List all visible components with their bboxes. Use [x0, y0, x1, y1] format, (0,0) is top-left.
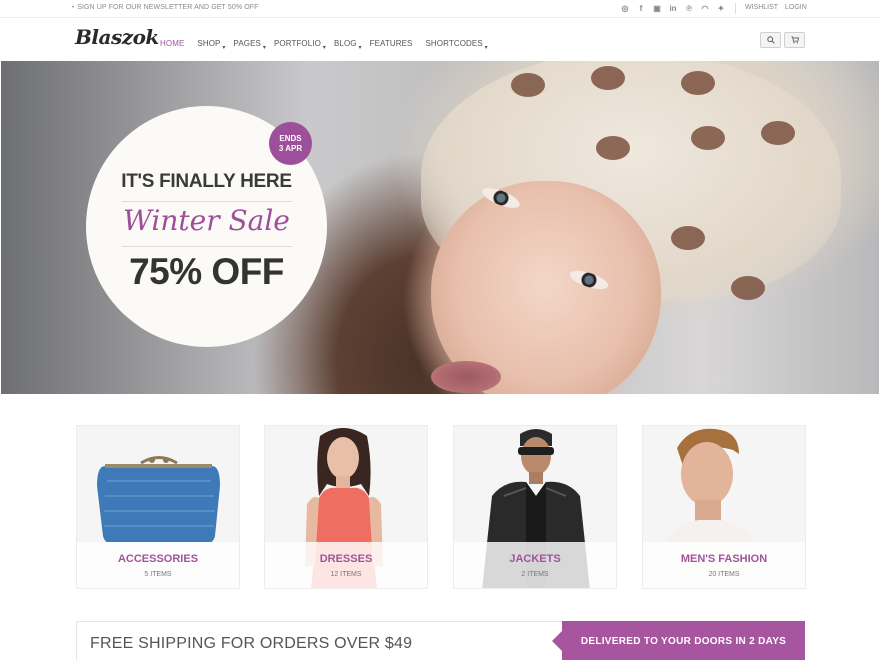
- category-card-dresses[interactable]: DRESSES 12 ITEMS: [264, 425, 428, 589]
- hat-pattern: [681, 71, 715, 95]
- hat-pattern: [511, 73, 545, 97]
- caret-icon: ▾: [484, 45, 488, 51]
- logo[interactable]: Blaszok: [75, 25, 159, 49]
- category-image: [643, 426, 805, 588]
- hat-pattern: [596, 136, 630, 160]
- card-label-area: [643, 542, 805, 588]
- nav-label: FEATURES: [369, 39, 413, 48]
- hat-pattern: [591, 66, 625, 90]
- newsletter-link[interactable]: • SIGN UP FOR OUR NEWSLETTER AND GET 50% …: [72, 4, 259, 11]
- nav-item-pages[interactable]: PAGES ▾: [233, 39, 265, 51]
- dribbble-icon[interactable]: ◎: [617, 3, 633, 14]
- category-title[interactable]: ACCESSORIES: [77, 553, 239, 565]
- category-title[interactable]: MEN'S FASHION: [643, 553, 805, 565]
- category-count: 5 ITEMS: [144, 571, 172, 578]
- sale-offer: 75% OFF: [129, 251, 284, 292]
- search-icon: [766, 36, 775, 44]
- nav-label: SHOP: [197, 39, 221, 48]
- sale-title: Winter Sale: [123, 204, 290, 237]
- social-icons: ◎ f ▣ in ℗ ◠ ✦: [617, 3, 729, 14]
- nav-item-shortcodes[interactable]: SHORTCODES ▾: [425, 39, 487, 51]
- delivery-tag: DELIVERED TO YOUR DOORS IN 2 DAYS: [552, 621, 805, 660]
- nav-item-features[interactable]: FEATURES: [370, 39, 413, 48]
- main-nav: HOME SHOP ▾ PAGES ▾ PORTFOLIO ▾ BLOG ▾ FEATU…: [160, 39, 496, 51]
- category-count: 20 ITEMS: [708, 571, 740, 578]
- caret-icon: ▾: [262, 45, 266, 51]
- rss-icon[interactable]: ◠: [697, 3, 713, 14]
- search-button[interactable]: [760, 32, 781, 48]
- cart-button[interactable]: [784, 32, 805, 48]
- divider: [122, 201, 292, 202]
- nav-item-home[interactable]: HOME: [160, 39, 184, 48]
- card-label-area: [77, 542, 239, 588]
- hat-pattern: [691, 126, 725, 150]
- card-label-area: [265, 542, 427, 588]
- badge-line: ENDS: [279, 133, 302, 143]
- caret-icon: ▾: [358, 45, 362, 51]
- wishlist-link[interactable]: WISHLIST: [745, 4, 778, 11]
- nav-label: BLOG: [333, 39, 357, 48]
- nav-item-blog[interactable]: BLOG ▾: [333, 39, 362, 51]
- card-label-area: [454, 542, 616, 588]
- instagram-icon[interactable]: ▣: [649, 3, 665, 14]
- category-count: 2 ITEMS: [521, 571, 549, 578]
- nav-label: HOME: [160, 39, 185, 48]
- category-title[interactable]: JACKETS: [454, 553, 616, 565]
- bullet-icon: •: [72, 5, 75, 11]
- category-count: 12 ITEMS: [330, 571, 362, 578]
- hat-pattern: [761, 121, 795, 145]
- nav-item-shop[interactable]: SHOP ▾: [197, 39, 225, 51]
- shipping-message: FREE SHIPPING FOR ORDERS OVER $49: [90, 635, 413, 652]
- twitter-icon[interactable]: ✦: [713, 3, 729, 14]
- category-title[interactable]: DRESSES: [265, 553, 427, 565]
- caret-icon: ▾: [322, 45, 326, 51]
- shipping-banner: FREE SHIPPING FOR ORDERS OVER $49 DELIVE…: [76, 621, 805, 660]
- category-image: [77, 426, 239, 544]
- caret-icon: ▾: [222, 45, 226, 51]
- category-card-mens-fashion[interactable]: MEN'S FASHION 20 ITEMS: [642, 425, 806, 589]
- top-bar: • SIGN UP FOR OUR NEWSLETTER AND GET 50% …: [0, 0, 880, 18]
- nav-label: PORTFOLIO: [273, 39, 321, 48]
- facebook-icon[interactable]: f: [633, 3, 649, 14]
- category-card-accessories[interactable]: ACCESSORIES 5 ITEMS: [76, 425, 240, 589]
- divider: [122, 246, 292, 247]
- hero-image-lips: [431, 361, 501, 393]
- hero-banner[interactable]: IT'S FINALLY HERE Winter Sale 75% OFF EN…: [1, 61, 879, 394]
- nav-label: SHORTCODES: [425, 39, 483, 48]
- hat-pattern: [731, 276, 765, 300]
- newsletter-text: SIGN UP FOR OUR NEWSLETTER AND GET 50% O…: [77, 4, 259, 11]
- cart-icon: [790, 36, 799, 44]
- badge-date: 3 APR: [278, 143, 303, 153]
- ends-badge: ENDS 3 APR: [269, 122, 312, 165]
- category-card-jackets[interactable]: JACKETS 2 ITEMS: [453, 425, 617, 589]
- pinterest-icon[interactable]: ℗: [681, 3, 697, 14]
- site-header: Blaszok HOME SHOP ▾ PAGES ▾ PORTFOLIO ▾ BLO…: [0, 18, 880, 61]
- divider: [735, 3, 736, 14]
- login-link[interactable]: LOGIN: [785, 4, 807, 11]
- nav-item-portfolio[interactable]: PORTFOLIO ▾: [273, 39, 326, 51]
- linkedin-icon[interactable]: in: [665, 3, 681, 14]
- hat-pattern: [671, 226, 705, 250]
- category-image: [265, 426, 427, 588]
- sale-headline: IT'S FINALLY HERE: [121, 171, 292, 192]
- nav-label: PAGES: [233, 39, 261, 48]
- category-image: [454, 426, 616, 588]
